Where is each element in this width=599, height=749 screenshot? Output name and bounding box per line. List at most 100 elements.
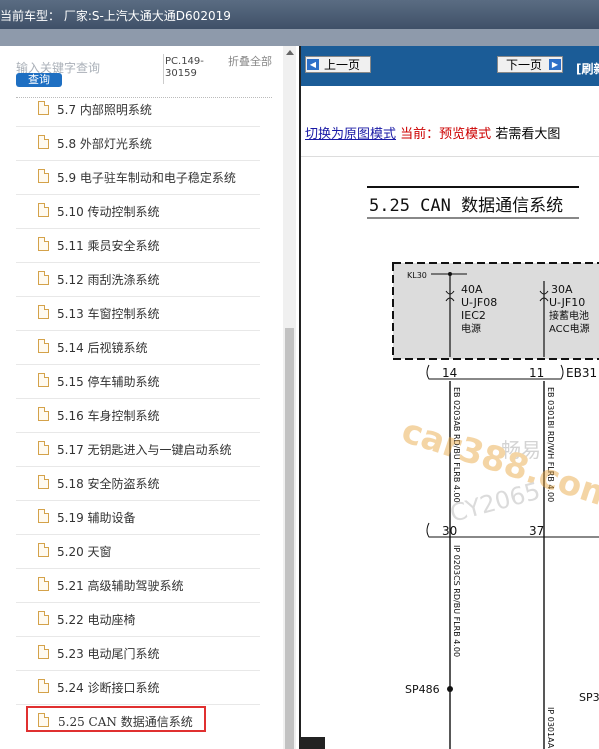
tree-item[interactable]: 5.13 车窗控制系统 <box>16 296 260 331</box>
prev-page-button[interactable]: ◀ 上一页 <box>305 56 371 73</box>
tree-item[interactable]: 5.7 内部照明系统 <box>16 92 260 127</box>
fuse2-desc: ACC电源 <box>549 322 590 335</box>
tree-item-label: 5.14 后视镜系统 <box>57 341 148 355</box>
manual-code: PC.149-30159 <box>165 56 204 79</box>
splice-node <box>447 686 453 692</box>
pin-37: 37 <box>529 524 544 538</box>
arrow-right-icon: ▶ <box>549 59 561 70</box>
next-page-label: 下一页 <box>506 58 543 72</box>
tree-item[interactable]: 5.15 停车辅助系统 <box>16 364 260 399</box>
fuse1-id: U-JF08 <box>461 296 497 309</box>
tree-item[interactable]: 5.17 无钥匙进入与一键启动系统 <box>16 432 260 467</box>
tree-item-selected[interactable]: 5.25 CAN 数据通信系统 <box>26 706 206 732</box>
toolbar-strip <box>0 29 599 46</box>
wiring-diagram-svg: 5.25 CAN 数据通信系统 KL30 40A U-JF08 IEC2 电源 … <box>301 186 599 749</box>
fuse1-desc: 电源 <box>461 322 481 335</box>
collapse-all-button[interactable]: 折叠全部 <box>228 56 272 68</box>
fuse1-circuit: IEC2 <box>461 309 486 322</box>
document-icon <box>38 169 49 183</box>
tree-item-label: 5.21 高级辅助驾驶系统 <box>57 579 184 593</box>
current-mode-text: 当前：预览模式 <box>400 127 492 142</box>
tree-item[interactable]: 5.16 车身控制系统 <box>16 398 260 433</box>
document-icon <box>38 373 49 387</box>
fuse2-rating: 30A <box>551 283 573 296</box>
tree-item[interactable]: 5.24 诊断接口系统 <box>16 670 260 705</box>
tree-item-label: 5.7 内部照明系统 <box>57 103 152 117</box>
title-bar: 当前车型： 厂家:S-上汽大通大通D602019 <box>0 0 599 29</box>
tree-item-label: 5.12 雨刮洗涤系统 <box>57 273 160 287</box>
tree-item[interactable]: 5.21 高级辅助驾驶系统 <box>16 568 260 603</box>
document-icon <box>38 135 49 149</box>
tree-item-label: 5.24 诊断接口系统 <box>57 681 160 695</box>
tree-item-label: 5.22 电动座椅 <box>57 613 136 627</box>
tree-item-label: 5.23 电动尾门系统 <box>57 647 160 661</box>
tree-scrollbar[interactable] <box>283 46 296 749</box>
document-icon <box>38 101 49 115</box>
tree-item[interactable]: 5.8 外部灯光系统 <box>16 126 260 161</box>
page-tab <box>301 737 325 749</box>
viewer-panel: ◀ 上一页 下一页 ▶ [刷新 切换为原图模式 当前：预览模式 若需看大图 5.… <box>299 46 599 749</box>
tree-item[interactable]: 5.22 电动座椅 <box>16 602 260 637</box>
document-icon <box>38 305 49 319</box>
watermark: 畅易 car388.com CY2065 <box>397 411 599 528</box>
document-icon <box>38 237 49 251</box>
splice-sp3: SP3 <box>579 691 599 704</box>
tree-item-label: 5.20 天窗 <box>57 545 112 559</box>
tree-item[interactable]: 5.23 电动尾门系统 <box>16 636 260 671</box>
wire4-label: IP 0301AA <box>546 707 555 749</box>
tree-item[interactable]: 5.18 安全防盗系统 <box>16 466 260 501</box>
tree-item[interactable]: 5.12 雨刮洗涤系统 <box>16 262 260 297</box>
scroll-thumb[interactable] <box>285 328 294 749</box>
prev-page-label: 上一页 <box>324 58 361 72</box>
tree-item-label: 5.17 无钥匙进入与一键启动系统 <box>57 443 232 457</box>
pin-11: 11 <box>529 366 544 380</box>
mode-hint-text: 若需看大图 <box>495 127 561 142</box>
fuse2-id: U-JF10 <box>549 296 585 309</box>
document-icon <box>38 441 49 455</box>
switch-original-mode-link[interactable]: 切换为原图模式 <box>305 127 396 142</box>
view-mode-bar: 切换为原图模式 当前：预览模式 若需看大图 <box>305 123 560 142</box>
fuse2-circuit: 接蓄电池 <box>549 309 589 322</box>
tree-item[interactable]: 5.20 天窗 <box>16 534 260 569</box>
document-icon <box>38 679 49 693</box>
refresh-link[interactable]: [刷新 <box>576 60 599 77</box>
tree-item-label: 5.13 车窗控制系统 <box>57 307 160 321</box>
document-icon <box>38 645 49 659</box>
diagram-title: 5.25 CAN 数据通信系统 <box>369 196 563 216</box>
kl30-label: KL30 <box>407 271 427 280</box>
page-navigation-bar: ◀ 上一页 下一页 ▶ [刷新 <box>301 46 599 86</box>
next-page-button[interactable]: 下一页 ▶ <box>497 56 563 73</box>
document-icon <box>38 271 49 285</box>
arrow-left-icon: ◀ <box>307 59 319 70</box>
tree-item-label: 5.15 停车辅助系统 <box>57 375 160 389</box>
document-icon <box>38 611 49 625</box>
window-title: 当前车型： 厂家:S-上汽大通大通D602019 <box>0 9 231 23</box>
tree-item-label: 5.9 电子驻车制动和电子稳定系统 <box>57 171 236 185</box>
tree-item[interactable]: 5.9 电子驻车制动和电子稳定系统 <box>16 160 260 195</box>
wire3-label: IP 0203CS RD/BU FLRB 4.00 <box>452 545 461 657</box>
pin-14: 14 <box>442 366 457 380</box>
fuse1-rating: 40A <box>461 283 483 296</box>
left-panel: 输入关键字查询 查询 PC.149-30159 折叠全部 5.7 内部照明系统 … <box>0 46 296 749</box>
tree-item[interactable]: 5.19 辅助设备 <box>16 500 260 535</box>
splice-sp486: SP486 <box>405 683 440 696</box>
tree-item-label: 5.10 传动控制系统 <box>57 205 160 219</box>
document-icon <box>38 339 49 353</box>
document-icon <box>38 713 49 727</box>
tree-item[interactable]: 5.14 后视镜系统 <box>16 330 260 365</box>
tree-item[interactable]: 5.10 传动控制系统 <box>16 194 260 229</box>
document-icon <box>38 407 49 421</box>
scroll-up-icon[interactable] <box>286 50 294 55</box>
tree-item-label: 5.25 CAN 数据通信系统 <box>58 715 193 729</box>
document-icon <box>38 543 49 557</box>
tree-item[interactable]: 5.11 乘员安全系统 <box>16 228 260 263</box>
connector-eb31-label: EB31 <box>566 366 597 380</box>
search-button[interactable]: 查询 <box>16 73 62 87</box>
document-icon <box>38 577 49 591</box>
divider <box>163 54 164 84</box>
document-icon <box>38 509 49 523</box>
tree-item-label: 5.16 车身控制系统 <box>57 409 160 423</box>
document-icon <box>38 203 49 217</box>
tree-item-label: 5.18 安全防盗系统 <box>57 477 160 491</box>
wiring-diagram: 5.25 CAN 数据通信系统 KL30 40A U-JF08 IEC2 电源 … <box>301 156 599 749</box>
